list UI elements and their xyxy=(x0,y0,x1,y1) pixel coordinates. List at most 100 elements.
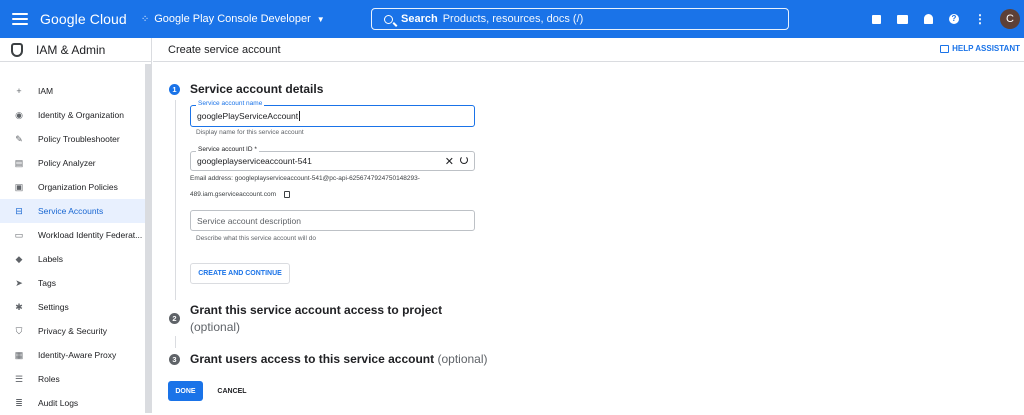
step-2-optional: (optional) xyxy=(190,320,241,334)
service-account-id-value: googleplayserviceaccount-541 xyxy=(197,156,312,166)
sidebar-item-roles[interactable]: ☰ Roles xyxy=(0,367,151,391)
step-3-title-text: Grant users access to this service accou… xyxy=(190,352,435,366)
sidebar-item-service-accounts[interactable]: ⊟ Service Accounts xyxy=(0,199,151,223)
sidebar-item-workload-identity[interactable]: ▭ Workload Identity Federat... xyxy=(0,223,151,247)
step-2-number: 2 xyxy=(169,313,180,324)
sidebar-scrollbar[interactable] xyxy=(145,64,151,413)
cancel-button[interactable]: CANCEL xyxy=(212,381,252,401)
project-name: Google Play Console Developer xyxy=(154,13,311,25)
caret-down-icon: ▼ xyxy=(316,14,325,24)
sidebar-item-policy-troubleshooter[interactable]: ✎ Policy Troubleshooter xyxy=(0,127,151,151)
email-address-domain: 489.iam.gserviceaccount.com xyxy=(190,191,276,199)
tag-icon: ➤ xyxy=(15,277,23,288)
search-bar[interactable]: Search Products, resources, docs (/) xyxy=(371,8,789,30)
account-circle-icon: ◉ xyxy=(15,109,23,120)
email-address-line1: Email address: googleplayserviceaccount-… xyxy=(190,175,420,182)
step-2-title-text: Grant this service account access to pro… xyxy=(190,303,443,317)
sidebar-title: IAM & Admin xyxy=(36,42,106,57)
sidebar-item-label: Privacy & Security xyxy=(38,326,107,336)
bell-icon[interactable] xyxy=(922,13,934,25)
page-title: Create service account xyxy=(168,43,281,56)
sidebar-item-identity-aware-proxy[interactable]: ▦ Identity-Aware Proxy xyxy=(0,343,151,367)
refresh-icon[interactable] xyxy=(460,156,468,164)
description-hint: Describe what this service account will … xyxy=(196,235,316,242)
step-1-number: 1 xyxy=(169,84,180,95)
sidebar-header: IAM & Admin xyxy=(0,38,151,62)
sidebar-item-label: Audit Logs xyxy=(38,398,79,408)
step-2-title[interactable]: Grant this service account access to pro… xyxy=(190,303,442,334)
help-icon[interactable]: ? xyxy=(948,13,960,25)
shield-icon: ⛉ xyxy=(15,325,23,336)
service-account-name-label: Service account name xyxy=(196,100,265,107)
project-selector[interactable]: ⁘ Google Play Console Developer ▼ xyxy=(141,13,325,25)
sidebar-item-iam[interactable]: + IAM xyxy=(0,79,151,103)
help-assistant-button[interactable]: HELP ASSISTANT xyxy=(940,44,1020,53)
sidebar-item-label: Identity & Organization xyxy=(38,110,124,120)
sidebar-item-organization-policies[interactable]: ▣ Organization Policies xyxy=(0,175,151,199)
step-1-title[interactable]: Service account details xyxy=(190,82,323,96)
step-3-title[interactable]: Grant users access to this service accou… xyxy=(190,352,488,366)
wrench-icon: ✎ xyxy=(15,133,23,144)
sidebar: IAM & Admin + IAM ◉ Identity & Organizatio… xyxy=(0,38,152,413)
sidebar-item-policy-analyzer[interactable]: ▤ Policy Analyzer xyxy=(0,151,151,175)
service-account-icon: ⊟ xyxy=(15,205,23,216)
sidebar-item-label: Tags xyxy=(38,278,56,288)
top-icons: ? ⋮ C xyxy=(870,0,1024,38)
text-cursor xyxy=(299,111,301,121)
service-account-description-input[interactable]: Service account description xyxy=(190,210,475,231)
create-and-continue-button[interactable]: CREATE AND CONTINUE xyxy=(190,263,290,284)
sidebar-item-audit-logs[interactable]: ≣ Audit Logs xyxy=(0,391,151,415)
sidebar-item-label: Settings xyxy=(38,302,69,312)
search-placeholder: Products, resources, docs (/) xyxy=(442,13,584,25)
sidebar-item-label: Labels xyxy=(38,254,64,264)
description-placeholder: Service account description xyxy=(197,215,301,226)
done-button[interactable]: DONE xyxy=(168,381,203,401)
service-account-id-label: Service account ID * xyxy=(196,146,259,153)
sidebar-item-label: Identity-Aware Proxy xyxy=(38,350,117,360)
project-dots-icon: ⁘ xyxy=(140,13,150,25)
search-icon xyxy=(384,14,393,24)
avatar[interactable]: C xyxy=(1000,9,1020,29)
help-assistant-icon xyxy=(940,44,950,53)
id-card-icon: ▭ xyxy=(14,229,24,240)
step-1-connector xyxy=(175,100,176,300)
service-account-name-hint: Display name for this service account xyxy=(196,129,304,136)
sidebar-item-label: Policy Troubleshooter xyxy=(38,134,120,144)
sidebar-item-tags[interactable]: ➤ Tags xyxy=(0,271,151,295)
help-assistant-label: HELP ASSISTANT xyxy=(952,44,1020,53)
sidebar-item-settings[interactable]: ✱ Settings xyxy=(0,295,151,319)
step-3-number: 3 xyxy=(169,354,180,365)
cloud-shell-icon[interactable] xyxy=(896,13,908,25)
list-icon: ≣ xyxy=(15,397,23,408)
proxy-icon: ▦ xyxy=(14,349,24,360)
sidebar-item-label: Service Accounts xyxy=(38,206,104,216)
hamburger-menu-icon[interactable] xyxy=(12,13,28,25)
service-account-id-input[interactable]: Service account ID * googleplayserviceac… xyxy=(190,146,475,171)
document-search-icon: ▤ xyxy=(14,157,24,168)
clear-icon[interactable]: ✕ xyxy=(445,155,454,168)
label-icon: ◆ xyxy=(15,253,23,264)
list-alt-icon: ▣ xyxy=(14,181,24,192)
sidebar-item-labels[interactable]: ◆ Labels xyxy=(0,247,151,271)
sidebar-item-privacy-security[interactable]: ⛉ Privacy & Security xyxy=(0,319,151,343)
more-vert-icon[interactable]: ⋮ xyxy=(974,12,986,26)
copy-icon[interactable] xyxy=(284,191,290,198)
service-account-name-input[interactable]: Service account name googlePlayServiceAc… xyxy=(190,100,475,127)
sidebar-item-label: IAM xyxy=(38,86,54,96)
gear-icon: ✱ xyxy=(15,301,23,312)
email-address-line2: 489.iam.gserviceaccount.com xyxy=(190,191,290,198)
sidebar-item-label: Workload Identity Federat... xyxy=(38,230,143,240)
sidebar-item-label: Roles xyxy=(38,374,60,384)
iam-shield-icon xyxy=(11,42,23,57)
step-2-connector xyxy=(175,336,176,348)
google-cloud-logo[interactable]: Google Cloud xyxy=(40,11,127,27)
sidebar-item-identity-organization[interactable]: ◉ Identity & Organization xyxy=(0,103,151,127)
sidebar-list: + IAM ◉ Identity & Organization ✎ Policy Tr… xyxy=(0,62,151,415)
page-header: Create service account HELP ASSISTANT xyxy=(153,38,1024,62)
gift-icon[interactable] xyxy=(870,13,882,25)
roles-icon: ☰ xyxy=(14,373,24,384)
search-label: Search xyxy=(401,13,438,25)
top-bar: Google Cloud ⁘ Google Play Console Devel… xyxy=(0,0,1024,38)
sidebar-item-label: Organization Policies xyxy=(38,182,118,192)
sidebar-item-label: Policy Analyzer xyxy=(38,158,96,168)
